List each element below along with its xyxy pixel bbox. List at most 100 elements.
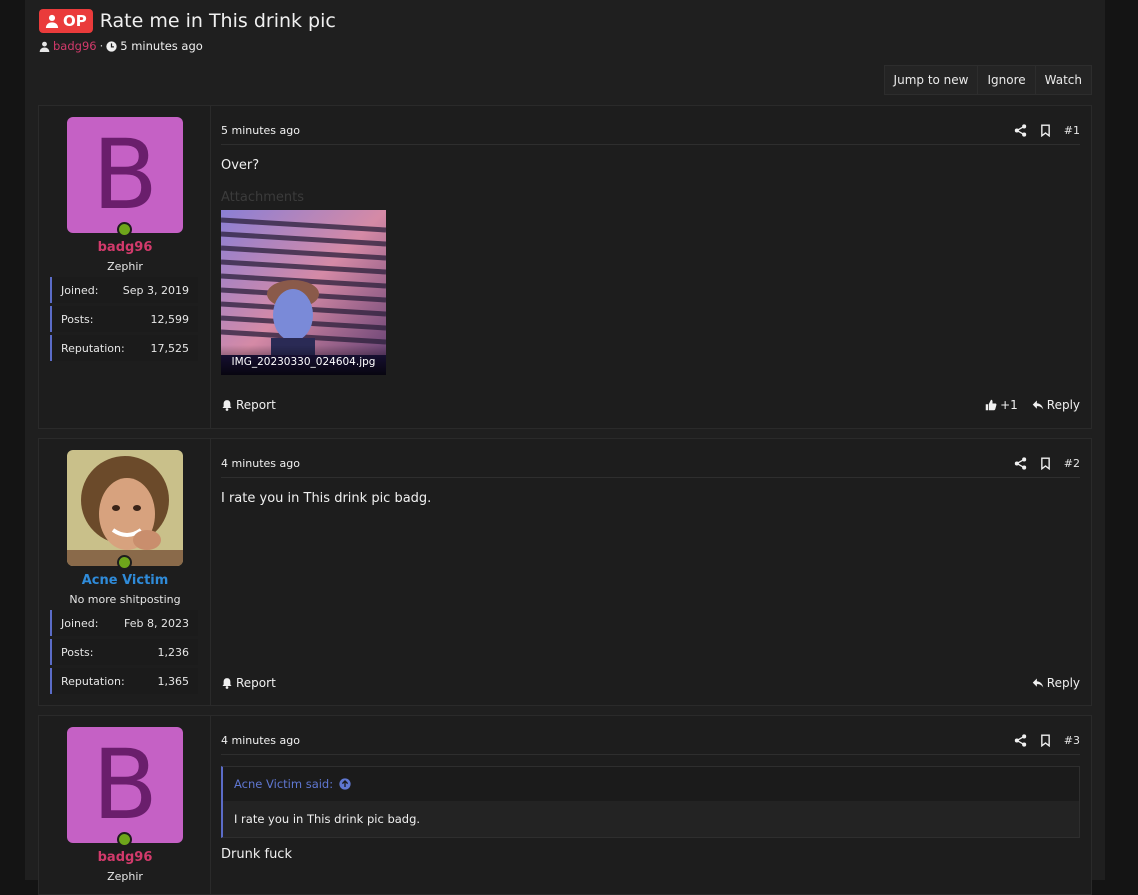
- reply-icon: [1032, 678, 1044, 688]
- like-count: +1: [1000, 398, 1018, 412]
- post-user-cell: B badg96 Zephir Joined: Sep 3, 2019 Posts…: [39, 106, 211, 428]
- thread-time[interactable]: 5 minutes ago: [120, 39, 203, 53]
- post-user-cell: Acne Victim No more shitposting Joined: F…: [39, 439, 211, 705]
- op-badge-label: OP: [63, 12, 87, 30]
- watch-button[interactable]: Watch: [1034, 66, 1091, 94]
- bookmark-icon[interactable]: [1039, 124, 1052, 137]
- thread-author-link[interactable]: badg96: [53, 39, 97, 53]
- post-body: Over?: [221, 158, 260, 173]
- reply-icon: [1032, 400, 1044, 410]
- quote-header[interactable]: Acne Victim said:: [223, 767, 1079, 801]
- user-title: No more shitposting: [69, 593, 181, 606]
- stat-posts: Posts: 12,599: [50, 306, 198, 332]
- post-2: Acne Victim No more shitposting Joined: F…: [38, 438, 1092, 706]
- bookmark-icon[interactable]: [1039, 457, 1052, 470]
- clock-icon: [106, 40, 117, 52]
- stat-label: Joined:: [61, 283, 99, 297]
- meta-separator: ·: [99, 39, 104, 53]
- online-indicator: [117, 832, 132, 847]
- stat-value: 1,236: [157, 645, 190, 659]
- post-username[interactable]: badg96: [39, 240, 211, 255]
- stat-reputation: Reputation: 1,365: [50, 668, 198, 694]
- post-time[interactable]: 5 minutes ago: [221, 124, 300, 137]
- post-user-cell: B badg96 Zephir: [39, 716, 211, 894]
- avatar[interactable]: [67, 450, 183, 566]
- stat-value: 12,599: [150, 312, 190, 326]
- stat-posts: Posts: 1,236: [50, 639, 198, 665]
- share-icon[interactable]: [1014, 734, 1027, 747]
- reply-button[interactable]: Reply: [1032, 398, 1080, 412]
- post-footer: Report +1 Reply: [221, 395, 1080, 415]
- reply-label: Reply: [1046, 398, 1080, 412]
- avatar-photo: [67, 450, 183, 566]
- report-button[interactable]: Report: [221, 676, 276, 690]
- post-body: I rate you in This drink pic badg.: [221, 491, 432, 506]
- stat-value: Feb 8, 2023: [124, 616, 189, 630]
- stat-label: Joined:: [61, 616, 99, 630]
- attachments-label: Attachments: [221, 190, 304, 205]
- stat-value: Sep 3, 2019: [122, 283, 189, 297]
- stat-label: Posts:: [61, 645, 94, 659]
- report-button[interactable]: Report: [221, 398, 276, 412]
- post-header: 5 minutes ago #1: [221, 117, 1080, 145]
- footer-left: Report: [221, 398, 276, 412]
- thread-title: Rate me in This drink pic: [99, 10, 336, 32]
- footer-right: Reply: [1032, 676, 1080, 690]
- post-number[interactable]: #1: [1064, 124, 1080, 137]
- jump-to-new-button[interactable]: Jump to new: [884, 66, 978, 94]
- thread-title-row: OP Rate me in This drink pic: [39, 8, 336, 34]
- post-main-cell: 5 minutes ago #1 Over? Attachments IMG_2…: [211, 106, 1091, 428]
- post-actions: #3: [1014, 734, 1080, 747]
- avatar[interactable]: B: [67, 117, 183, 233]
- avatar[interactable]: B: [67, 727, 183, 843]
- attachment-thumbnail[interactable]: IMG_20230330_024604.jpg: [221, 210, 386, 375]
- bookmark-icon[interactable]: [1039, 734, 1052, 747]
- quote-body: I rate you in This drink pic badg.: [223, 801, 1079, 837]
- post-main-cell: 4 minutes ago #3 Acne Victim said: I rat…: [211, 716, 1091, 894]
- share-icon[interactable]: [1014, 124, 1027, 137]
- online-indicator: [117, 555, 132, 570]
- post-actions: #1: [1014, 124, 1080, 137]
- report-label: Report: [236, 676, 276, 690]
- thumbs-up-icon: [985, 399, 997, 411]
- share-icon[interactable]: [1014, 457, 1027, 470]
- user-stats: Joined: Feb 8, 2023 Posts: 1,236 Reputatio…: [50, 610, 198, 697]
- quote-block: Acne Victim said: I rate you in This dri…: [221, 766, 1080, 838]
- stat-value: 17,525: [150, 341, 190, 355]
- thread-page: OP Rate me in This drink pic badg96 · 5 …: [25, 0, 1105, 895]
- user-icon: [39, 41, 50, 52]
- attachment-filename: IMG_20230330_024604.jpg: [221, 345, 386, 375]
- post-time[interactable]: 4 minutes ago: [221, 457, 300, 470]
- avatar-letter: B: [67, 117, 183, 233]
- thread-meta: badg96 · 5 minutes ago: [39, 39, 203, 53]
- footer-right: +1 Reply: [985, 398, 1080, 412]
- post-time[interactable]: 4 minutes ago: [221, 734, 300, 747]
- post-number[interactable]: #3: [1064, 734, 1080, 747]
- footer-left: Report: [221, 676, 276, 690]
- user-stats: Joined: Sep 3, 2019 Posts: 12,599 Reputati…: [50, 277, 198, 364]
- reply-button[interactable]: Reply: [1032, 676, 1080, 690]
- post-main-cell: 4 minutes ago #2 I rate you in This drin…: [211, 439, 1091, 705]
- stat-reputation: Reputation: 17,525: [50, 335, 198, 361]
- post-body: Drunk fuck: [221, 847, 292, 862]
- arrow-up-circle-icon[interactable]: [339, 778, 351, 790]
- ignore-button[interactable]: Ignore: [977, 66, 1035, 94]
- post-number[interactable]: #2: [1064, 457, 1080, 470]
- post-footer: Report Reply: [221, 673, 1080, 693]
- like-button[interactable]: +1: [985, 398, 1018, 412]
- post-header: 4 minutes ago #2: [221, 450, 1080, 478]
- post-username[interactable]: badg96: [39, 850, 211, 865]
- user-title: Zephir: [107, 870, 143, 883]
- online-indicator: [117, 222, 132, 237]
- report-label: Report: [236, 398, 276, 412]
- post-username[interactable]: Acne Victim: [39, 573, 211, 588]
- quote-author[interactable]: Acne Victim said:: [234, 777, 333, 791]
- stat-label: Reputation:: [61, 341, 125, 355]
- stat-label: Posts:: [61, 312, 94, 326]
- reply-label: Reply: [1046, 676, 1080, 690]
- bell-icon: [222, 400, 232, 411]
- user-icon: [45, 14, 59, 28]
- post-actions: #2: [1014, 457, 1080, 470]
- stat-joined: Joined: Feb 8, 2023: [50, 610, 198, 636]
- bell-icon: [222, 678, 232, 689]
